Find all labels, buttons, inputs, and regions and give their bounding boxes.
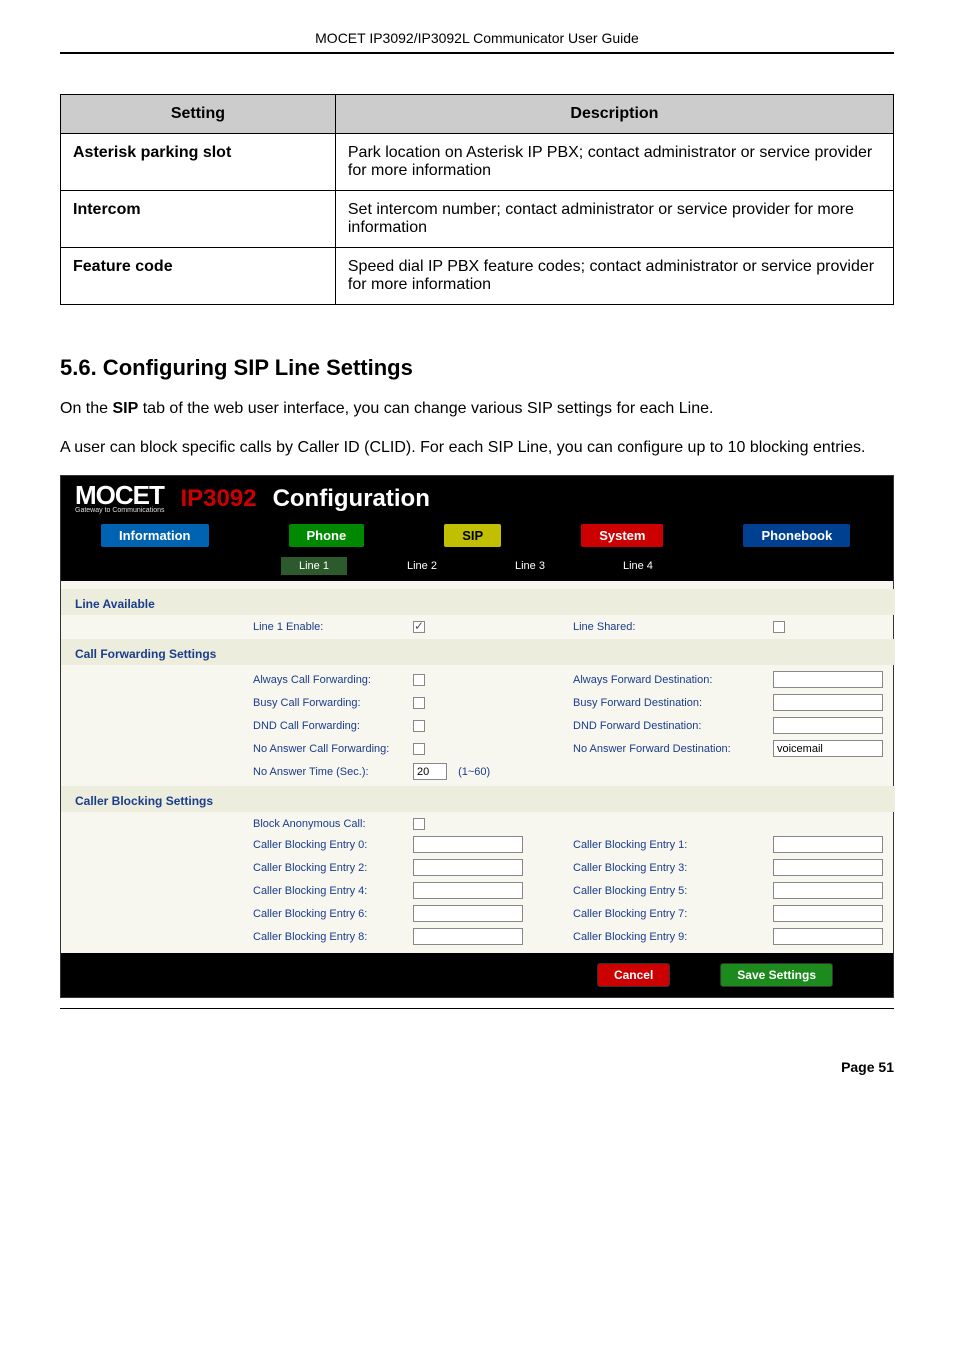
- text-span: On the: [60, 400, 112, 417]
- label-dnd-fwd-dest: DND Forward Destination:: [573, 720, 773, 732]
- label-cbe3: Caller Blocking Entry 3:: [573, 862, 773, 874]
- config-title: Configuration: [273, 485, 430, 513]
- checkbox-line1-enable[interactable]: [413, 621, 425, 633]
- line-tab-1[interactable]: Line 1: [281, 557, 347, 575]
- tab-phone[interactable]: Phone: [289, 524, 365, 547]
- button-row: Cancel Save Settings: [61, 953, 893, 997]
- label-cbe8: Caller Blocking Entry 8:: [253, 931, 413, 943]
- label-always-fwd-dest: Always Forward Destination:: [573, 674, 773, 686]
- input-cbe2[interactable]: [413, 859, 523, 876]
- input-cbe1[interactable]: [773, 836, 883, 853]
- na-time-range: (1~60): [458, 766, 490, 778]
- label-cbe2: Caller Blocking Entry 2:: [253, 862, 413, 874]
- input-cbe9[interactable]: [773, 928, 883, 945]
- input-always-fwd-dest[interactable]: [773, 671, 883, 688]
- body-para-2: A user can block specific calls by Calle…: [60, 436, 894, 459]
- brand-text: MOCET: [75, 484, 164, 507]
- table-row: Feature code Speed dial IP PBX feature c…: [61, 248, 894, 305]
- setting-label: Asterisk parking slot: [61, 134, 336, 191]
- setting-desc: Park location on Asterisk IP PBX; contac…: [335, 134, 893, 191]
- setting-desc: Set intercom number; contact administrat…: [335, 191, 893, 248]
- checkbox-block-anon[interactable]: [413, 818, 425, 830]
- label-busy-cf: Busy Call Forwarding:: [253, 697, 413, 709]
- input-busy-fwd-dest[interactable]: [773, 694, 883, 711]
- section-heading: 5.6. Configuring SIP Line Settings: [60, 355, 894, 381]
- label-cbe4: Caller Blocking Entry 4:: [253, 885, 413, 897]
- label-cbe7: Caller Blocking Entry 7:: [573, 908, 773, 920]
- section-call-forwarding: Call Forwarding Settings: [61, 639, 895, 665]
- th-setting: Setting: [61, 95, 336, 134]
- config-header: MOCET Gateway to Communications IP3092 C…: [61, 476, 893, 524]
- input-cbe4[interactable]: [413, 882, 523, 899]
- label-cbe0: Caller Blocking Entry 0:: [253, 839, 413, 851]
- setting-label: Intercom: [61, 191, 336, 248]
- model-text: IP3092: [180, 485, 256, 513]
- checkbox-busy-cf[interactable]: [413, 697, 425, 709]
- label-cbe1: Caller Blocking Entry 1:: [573, 839, 773, 851]
- label-dnd-cf: DND Call Forwarding:: [253, 720, 413, 732]
- input-cbe5[interactable]: [773, 882, 883, 899]
- input-cbe7[interactable]: [773, 905, 883, 922]
- section-caller-blocking: Caller Blocking Settings: [61, 786, 895, 812]
- settings-table: Setting Description Asterisk parking slo…: [60, 94, 894, 305]
- label-line-shared: Line Shared:: [573, 621, 773, 633]
- setting-label: Feature code: [61, 248, 336, 305]
- page-number: Page 51: [60, 1059, 894, 1075]
- label-busy-fwd-dest: Busy Forward Destination:: [573, 697, 773, 709]
- section-line-available: Line Available: [61, 589, 895, 615]
- cancel-button[interactable]: Cancel: [597, 963, 670, 987]
- document-header: MOCET IP3092/IP3092L Communicator User G…: [60, 30, 894, 54]
- input-cbe6[interactable]: [413, 905, 523, 922]
- tab-information[interactable]: Information: [101, 524, 209, 547]
- input-cbe3[interactable]: [773, 859, 883, 876]
- label-cbe9: Caller Blocking Entry 9:: [573, 931, 773, 943]
- setting-desc: Speed dial IP PBX feature codes; contact…: [335, 248, 893, 305]
- tab-system[interactable]: System: [581, 524, 663, 547]
- checkbox-line-shared[interactable]: [773, 621, 785, 633]
- tab-phonebook[interactable]: Phonebook: [743, 524, 850, 547]
- input-dnd-fwd-dest[interactable]: [773, 717, 883, 734]
- table-row: Asterisk parking slot Park location on A…: [61, 134, 894, 191]
- tab-sip[interactable]: SIP: [444, 524, 501, 547]
- body-para-1: On the SIP tab of the web user interface…: [60, 397, 894, 420]
- checkbox-always-cf[interactable]: [413, 674, 425, 686]
- table-row: Intercom Set intercom number; contact ad…: [61, 191, 894, 248]
- label-block-anon: Block Anonymous Call:: [253, 818, 413, 830]
- label-na-cf: No Answer Call Forwarding:: [253, 743, 413, 755]
- checkbox-na-cf[interactable]: [413, 743, 425, 755]
- label-always-cf: Always Call Forwarding:: [253, 674, 413, 686]
- footer-divider: [60, 1008, 894, 1009]
- nav-tabs: Information Phone SIP System Phonebook: [61, 524, 893, 553]
- label-cbe5: Caller Blocking Entry 5:: [573, 885, 773, 897]
- checkbox-dnd-cf[interactable]: [413, 720, 425, 732]
- input-na-fwd-dest[interactable]: [773, 740, 883, 757]
- input-na-time[interactable]: [413, 763, 447, 780]
- input-cbe0[interactable]: [413, 836, 523, 853]
- label-na-time: No Answer Time (Sec.):: [253, 766, 413, 778]
- brand-subtext: Gateway to Communications: [75, 508, 164, 514]
- text-bold: SIP: [112, 400, 138, 417]
- label-line1-enable: Line 1 Enable:: [253, 621, 413, 633]
- label-cbe6: Caller Blocking Entry 6:: [253, 908, 413, 920]
- label-na-fwd-dest: No Answer Forward Destination:: [573, 743, 773, 755]
- text-span: tab of the web user interface, you can c…: [138, 400, 713, 417]
- mocet-logo: MOCET Gateway to Communications: [75, 484, 164, 514]
- save-settings-button[interactable]: Save Settings: [720, 963, 833, 987]
- config-panel: Line Available Line 1 Enable: Line Share…: [61, 581, 893, 953]
- line-tab-2[interactable]: Line 2: [389, 557, 455, 575]
- th-description: Description: [335, 95, 893, 134]
- config-screenshot: MOCET Gateway to Communications IP3092 C…: [60, 475, 894, 998]
- line-tab-4[interactable]: Line 4: [605, 557, 671, 575]
- line-tabs: Line 1 Line 2 Line 3 Line 4: [61, 553, 893, 581]
- line-tab-3[interactable]: Line 3: [497, 557, 563, 575]
- input-cbe8[interactable]: [413, 928, 523, 945]
